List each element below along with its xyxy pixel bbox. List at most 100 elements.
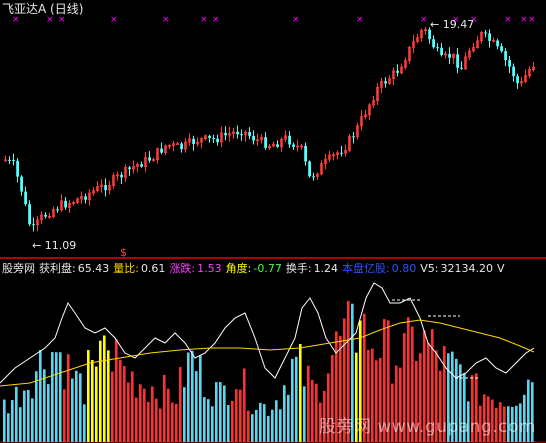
candle-body	[484, 32, 487, 34]
candle-body	[16, 160, 19, 177]
candle	[496, 38, 499, 50]
indicator-field-label: 换手:	[285, 262, 312, 275]
candle	[268, 144, 272, 151]
candle	[4, 155, 8, 162]
indicator-field: 量比: 0.61	[113, 262, 165, 275]
candle	[116, 171, 120, 181]
volume-bar	[119, 359, 122, 442]
candle-body	[104, 185, 107, 191]
candle	[136, 162, 140, 173]
candle	[388, 75, 392, 85]
candle	[272, 141, 276, 148]
candle	[72, 200, 76, 206]
candle	[124, 164, 128, 182]
candle	[340, 146, 343, 157]
candle-body	[28, 204, 31, 225]
candle	[156, 147, 160, 164]
candle	[416, 33, 420, 43]
volume-bar	[183, 387, 186, 442]
candle	[460, 61, 463, 70]
volume-bar	[315, 383, 318, 442]
volume-bar	[7, 413, 10, 442]
candle	[452, 53, 456, 64]
volume-bar	[235, 389, 238, 442]
candle	[64, 196, 67, 210]
watermark-text: 股旁网 www.gupang.com	[318, 417, 536, 437]
candle-body	[192, 138, 195, 144]
candle-body	[516, 76, 519, 84]
candle	[412, 34, 416, 54]
volume-bar	[123, 366, 126, 442]
volume-bar	[271, 409, 274, 442]
indicator-field-label: 涨跌:	[169, 262, 196, 275]
candle-body	[8, 159, 11, 161]
candle-body	[212, 138, 215, 140]
volume-bar	[3, 399, 6, 442]
indicator-field: 本盘亿股: 0.80	[342, 262, 416, 275]
candle	[184, 138, 188, 153]
candle	[484, 29, 487, 38]
candle	[8, 156, 11, 164]
candle	[100, 179, 104, 193]
candle	[280, 137, 284, 152]
candle	[344, 144, 348, 157]
period-label: (日线)	[50, 2, 84, 16]
volume-bar	[259, 402, 262, 442]
volume-bar	[203, 397, 206, 442]
indicator-field: V5: 32134.20	[420, 262, 493, 275]
stock-name: 飞亚达A	[2, 2, 47, 16]
volume-bar	[223, 385, 226, 442]
indicator-header: 股旁网 获利盘: 65.43 量比: 0.61 涨跌: 1.53 角度: -0.77 换手: 1.2…	[2, 260, 515, 276]
candle	[88, 189, 92, 206]
volume-bar	[131, 371, 134, 442]
candle	[464, 52, 468, 71]
volume-bar	[239, 389, 242, 442]
candle-body	[56, 209, 59, 211]
candlestick-panel[interactable]: × × × × × × × × × × × × × × × $ 飞亚达A (日线) ← 19.47 ← 11.…	[0, 0, 546, 258]
candle	[468, 47, 472, 60]
candle	[264, 132, 267, 150]
signal-marker: ×	[292, 15, 300, 25]
volume-bar	[251, 414, 254, 442]
candle-body	[304, 145, 307, 162]
indicator-field-label: 获利盘:	[39, 262, 76, 275]
indicator-field: 涨跌: 1.53	[169, 262, 221, 275]
candle	[508, 56, 511, 73]
candles-group	[4, 27, 536, 232]
candle	[172, 140, 176, 152]
candle	[16, 158, 19, 183]
signal-marker: ×	[110, 15, 118, 25]
signal-marker: ×	[162, 15, 170, 25]
volume-bar	[247, 410, 250, 442]
candle	[212, 134, 215, 143]
candle	[532, 62, 536, 72]
volume-bar	[263, 404, 266, 442]
candle	[92, 186, 96, 196]
candle	[76, 197, 80, 204]
candle	[228, 126, 232, 142]
candle	[36, 216, 40, 232]
volume-bar	[191, 350, 194, 442]
candle-body	[148, 157, 151, 161]
candle	[216, 134, 219, 146]
candle	[144, 152, 148, 172]
candle-body	[180, 143, 183, 150]
candle	[456, 48, 459, 74]
candle	[48, 212, 52, 219]
indicator-field-value: 1.53	[197, 262, 222, 275]
candlestick-chart[interactable]: × × × × × × × × × × × × × × ×$	[0, 0, 546, 258]
candle	[384, 77, 387, 88]
volume-bar	[171, 402, 174, 442]
candle-body	[292, 144, 295, 147]
indicator-panel[interactable]: 股旁网 获利盘: 65.43 量比: 0.61 涨跌: 1.53 角度: -0.77 换手: 1.2…	[0, 258, 546, 443]
candle-body	[340, 152, 343, 154]
candle	[176, 141, 180, 145]
volume-bar	[291, 358, 294, 442]
volume-bar	[215, 382, 218, 442]
candle-body	[24, 191, 27, 205]
candle	[504, 48, 507, 67]
white-indicator-line	[0, 282, 535, 384]
candle	[500, 43, 503, 53]
candle	[188, 133, 192, 146]
candle	[208, 134, 211, 143]
